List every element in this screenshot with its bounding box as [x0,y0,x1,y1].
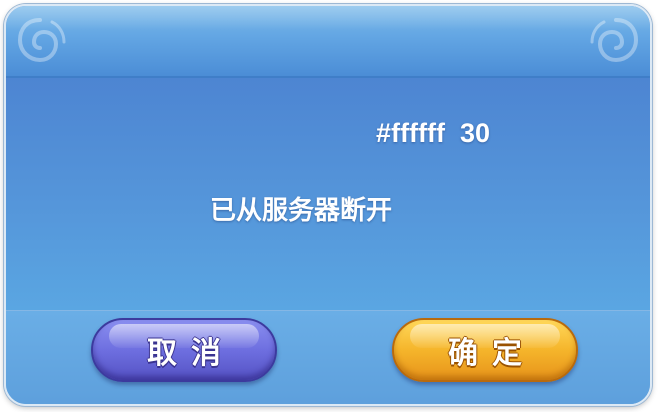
cancel-button[interactable]: 取消 [91,318,277,382]
confirm-button-label: 确定 [448,336,536,371]
cloud-swirl-icon [17,18,66,63]
cloud-swirl-icon [590,18,639,63]
cancel-button-label: 取消 [147,336,235,371]
disconnect-message: 已从服务器断开 [210,196,393,226]
debug-label: #ffffff 30 [376,118,490,148]
dialog-header [6,6,650,78]
confirm-button[interactable]: 确定 [392,318,578,382]
